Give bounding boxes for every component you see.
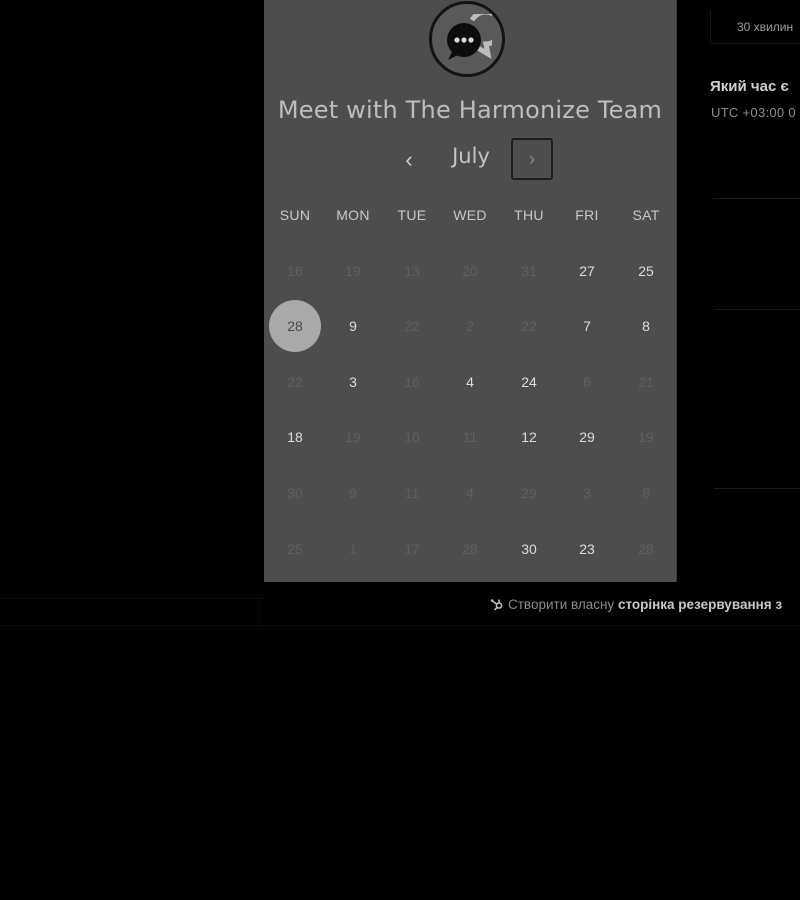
calendar-day[interactable]: 30 — [503, 523, 555, 575]
calendar-day: 21 — [638, 374, 654, 390]
calendar-day: 20 — [462, 263, 478, 279]
chat-bubble-icon — [447, 14, 492, 60]
calendar-day: 19 — [638, 429, 654, 445]
calendar-day[interactable]: 18 — [269, 411, 321, 463]
page-title: Meet with The Harmonize Team — [277, 96, 663, 124]
avatar — [429, 1, 505, 77]
weekday-label: TUE — [397, 207, 427, 223]
calendar-day: 25 — [287, 541, 303, 557]
calendar-day: 4 — [466, 485, 474, 501]
calendar-day: 17 — [404, 541, 420, 557]
weekday-label: FRI — [575, 207, 599, 223]
bg-divider — [0, 625, 800, 626]
weekday-label: SUN — [279, 207, 311, 223]
calendar-day: 30 — [287, 485, 303, 501]
calendar-day: 16 — [287, 263, 303, 279]
calendar-day[interactable]: 24 — [503, 356, 555, 408]
weekday-header: SUN MON TUE WED THU FRI SAT — [264, 207, 676, 227]
calendar-day: 29 — [521, 485, 537, 501]
hubspot-icon — [490, 599, 503, 611]
calendar-day: 8 — [642, 485, 650, 501]
calendar-day: 10 — [404, 429, 420, 445]
calendar-day: 11 — [462, 429, 478, 445]
calendar-day: 31 — [521, 263, 537, 279]
calendar-day: 2 — [466, 318, 474, 334]
prev-month-button[interactable]: ‹ — [392, 142, 426, 178]
calendar-day[interactable]: 23 — [561, 523, 613, 575]
month-label: July — [452, 144, 490, 168]
calendar-day[interactable]: 4 — [444, 356, 496, 408]
footer-promo: Створити власну сторінка резервування з — [490, 597, 782, 612]
calendar-day: 11 — [404, 485, 420, 501]
calendar-day[interactable]: 3 — [327, 356, 379, 408]
calendar-day: 28 — [462, 541, 478, 557]
calendar-day[interactable]: 12 — [503, 411, 555, 463]
calendar-day: 19 — [345, 429, 361, 445]
bg-divider — [258, 598, 259, 626]
weekday-label: MON — [336, 207, 370, 223]
calendar-day: 1 — [349, 541, 357, 557]
calendar-panel: Meet with The Harmonize Team ‹ July › SU… — [264, 0, 677, 582]
time-question-heading: Який час є — [710, 78, 789, 95]
next-month-button[interactable]: › — [511, 138, 553, 180]
calendar-day[interactable]: 9 — [327, 300, 379, 352]
weekday-label: WED — [453, 207, 487, 223]
calendar-day: 16 — [404, 374, 420, 390]
calendar-day-selected[interactable]: 28 — [269, 300, 321, 352]
duration-option[interactable]: 30 хвилин — [710, 10, 800, 44]
calendar-day: 28 — [638, 541, 654, 557]
calendar-day[interactable]: 27 — [561, 245, 613, 297]
calendar-day: 13 — [404, 263, 420, 279]
calendar-day[interactable]: 7 — [561, 300, 613, 352]
calendar-day: 22 — [521, 318, 537, 334]
slot-divider — [714, 488, 800, 489]
month-navigation: ‹ July › — [264, 138, 676, 182]
weekday-label: THU — [514, 207, 544, 223]
calendar-day[interactable]: 29 — [561, 411, 613, 463]
calendar-day: 22 — [404, 318, 420, 334]
weekday-label: SAT — [632, 207, 660, 223]
footer-link[interactable]: сторінка резервування з — [618, 597, 782, 612]
calendar-day: 3 — [583, 485, 591, 501]
timezone-selector[interactable]: UTC +03:00 0 — [711, 105, 796, 120]
calendar-day[interactable]: 25 — [620, 245, 672, 297]
booking-page: Meet with The Harmonize Team ‹ July › SU… — [0, 0, 800, 900]
bg-divider — [0, 598, 264, 599]
slot-divider — [714, 198, 800, 199]
calendar-day[interactable]: 8 — [620, 300, 672, 352]
calendar-day: 9 — [349, 485, 357, 501]
footer-prefix: Створити власну — [508, 597, 615, 612]
calendar-day: 19 — [345, 263, 361, 279]
slot-divider — [714, 309, 800, 310]
calendar-day: 6 — [583, 374, 591, 390]
calendar-day: 22 — [287, 374, 303, 390]
